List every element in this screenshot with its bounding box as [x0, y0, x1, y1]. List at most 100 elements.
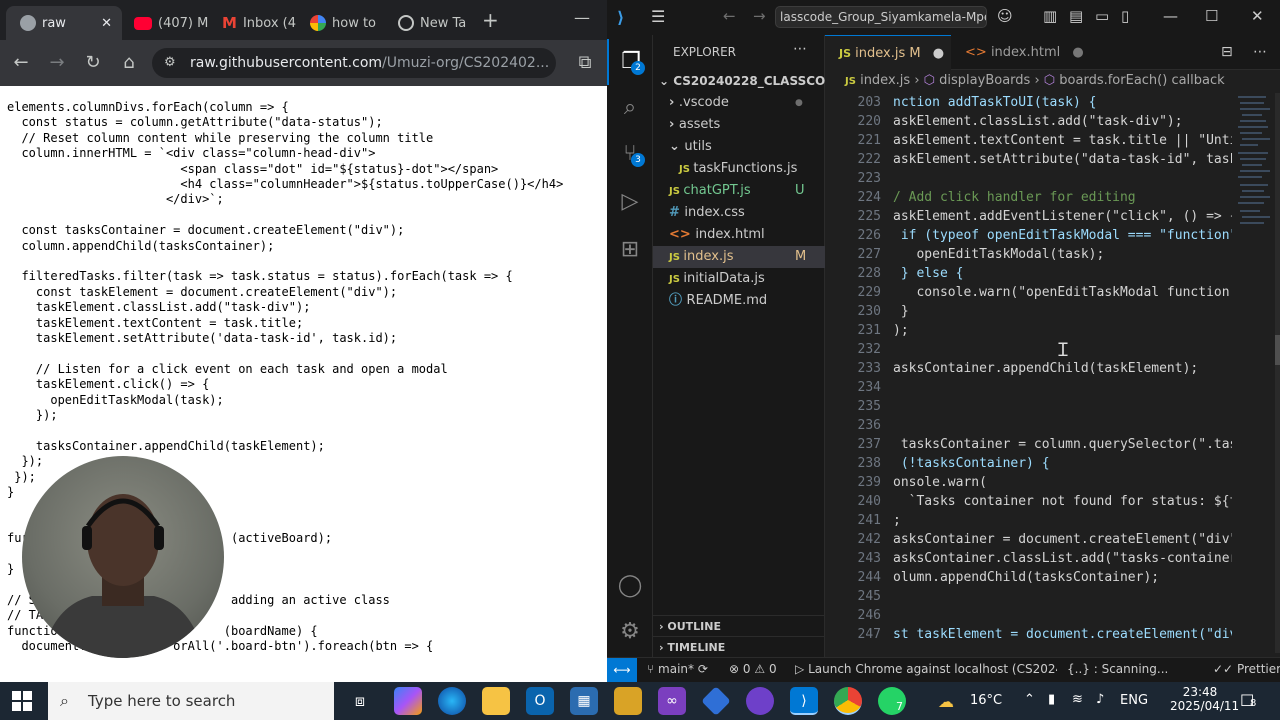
chevron-up-icon[interactable]: ⌃: [1024, 692, 1035, 707]
tree-item[interactable]: JS initialData.js: [653, 268, 825, 290]
tab-index-html[interactable]: <> index.html ●: [951, 35, 1084, 70]
breadcrumb-file[interactable]: index.js: [860, 73, 910, 88]
toggle-panel-icon[interactable]: ▭: [1095, 7, 1109, 25]
breadcrumb-callback[interactable]: boards.forEach() callback: [1059, 73, 1224, 88]
prettier-status[interactable]: ✓✓ Prettier: [1213, 662, 1280, 676]
toggle-sidebar-icon[interactable]: ▤: [1069, 7, 1083, 25]
command-center[interactable]: lasscode_Group_Siyamkamela-Mpehle...: [775, 6, 987, 28]
remote-icon[interactable]: ⟷: [607, 658, 637, 682]
task-view-icon[interactable]: ⧈: [346, 687, 374, 715]
browser-tab-raw[interactable]: raw ✕: [6, 6, 122, 40]
timeline-title: TIMELINE: [667, 641, 726, 654]
reload-button[interactable]: ↻: [80, 50, 106, 76]
run-debug-icon[interactable]: ▷: [607, 179, 653, 225]
store-icon[interactable]: ▦: [570, 687, 598, 715]
unsaved-dot-icon[interactable]: ●: [1072, 45, 1083, 60]
account-icon[interactable]: ◯: [607, 563, 653, 609]
tree-item[interactable]: JS taskFunctions.js: [653, 158, 825, 180]
vscode-taskbar-icon[interactable]: ⟩: [790, 687, 818, 715]
code-line: askElement.textContent = task.title || "…: [893, 133, 1232, 148]
new-tab-button[interactable]: +: [482, 8, 499, 32]
close-tab-icon[interactable]: ✕: [101, 16, 112, 31]
tree-item[interactable]: JS index.js M: [653, 246, 825, 268]
window-maximize-icon[interactable]: ☐: [1205, 7, 1218, 25]
tab-index-js[interactable]: JS index.js M ●: [825, 35, 951, 70]
code-line: tasksContainer = column.querySelector(".…: [893, 437, 1232, 452]
chrome-taskbar-icon[interactable]: [834, 687, 862, 715]
activity-bar: ❐ 2 ⌕ ⑂ 3 ▷ ⊞ ◯ ⚙: [607, 35, 653, 657]
scrollbar-track[interactable]: [1275, 93, 1280, 653]
windows-start-icon[interactable]: [12, 691, 32, 711]
back-button[interactable]: ←: [8, 50, 34, 76]
nav-forward-icon[interactable]: →: [753, 7, 766, 25]
launch-config[interactable]: ▷ Launch Chrome against localhost (CS202…: [795, 662, 1057, 676]
tree-item[interactable]: › assets: [653, 114, 825, 136]
window-close-icon[interactable]: ✕: [1251, 7, 1264, 25]
scanning-status[interactable]: {..} : Scanning...: [1067, 662, 1168, 676]
more-actions-icon[interactable]: ⋯: [1253, 44, 1267, 60]
tree-item[interactable]: # index.css: [653, 202, 825, 224]
tree-item[interactable]: <> index.html: [653, 224, 825, 246]
app-icon[interactable]: [614, 687, 642, 715]
git-status-badge: U: [795, 183, 805, 198]
settings-gear-icon[interactable]: ⚙: [607, 609, 653, 655]
source-control-icon[interactable]: ⑂: [607, 131, 653, 177]
split-editor-icon[interactable]: ⊟: [1221, 44, 1233, 60]
search-icon[interactable]: ⌕: [607, 85, 653, 131]
battery-icon[interactable]: ▮: [1048, 692, 1055, 707]
browser-tab-new[interactable]: New Ta: [398, 6, 468, 40]
scrollbar-thumb[interactable]: [1275, 335, 1280, 365]
home-button[interactable]: ⌂: [116, 50, 142, 76]
edge-icon[interactable]: [438, 687, 466, 715]
copilot-icon[interactable]: ☺: [997, 7, 1013, 25]
explorer-icon[interactable]: ❐: [607, 39, 653, 85]
github-desktop-icon[interactable]: [746, 687, 774, 715]
nav-back-icon[interactable]: ←: [723, 7, 736, 25]
extensions-icon[interactable]: ⧉: [572, 50, 598, 76]
code-editor[interactable]: nction addTaskToUI(task) {askElement.cla…: [893, 93, 1232, 644]
toggle-secondary-icon[interactable]: ▯: [1121, 7, 1129, 25]
file-explorer-icon[interactable]: [482, 687, 510, 715]
weather-icon[interactable]: ☁: [938, 692, 954, 711]
browser-tab-youtube[interactable]: (407) M: [134, 6, 214, 40]
forward-button[interactable]: →: [44, 50, 70, 76]
tree-item[interactable]: › .vscode ●: [653, 92, 825, 114]
outline-section[interactable]: › OUTLINE: [653, 615, 825, 637]
tab-label: index.html: [990, 45, 1061, 60]
minimap[interactable]: [1236, 92, 1272, 657]
wifi-icon[interactable]: ≋: [1072, 692, 1083, 707]
site-info-icon[interactable]: ⚙: [164, 48, 176, 78]
address-bar[interactable]: ⚙ raw.githubusercontent.com/Umuzi-org/CS…: [152, 48, 556, 78]
unsaved-dot-icon[interactable]: ●: [933, 46, 944, 61]
extensions-icon[interactable]: ⊞: [607, 227, 653, 273]
browser-tab-gmail[interactable]: M Inbox (4: [222, 6, 298, 40]
branch-indicator[interactable]: ⑂ main* ⟳: [647, 662, 708, 676]
language-indicator[interactable]: ENG: [1120, 693, 1148, 708]
menu-icon[interactable]: ☰: [651, 7, 665, 26]
tree-item[interactable]: ⓘ README.md: [653, 290, 825, 312]
minimize-button[interactable]: —: [574, 8, 590, 27]
tree-item[interactable]: ⌄ utils: [653, 136, 825, 158]
outlook-icon[interactable]: O: [526, 687, 554, 715]
breadcrumb-function[interactable]: displayBoards: [939, 73, 1030, 88]
js-icon: JS: [669, 274, 684, 285]
timeline-section[interactable]: › TIMELINE: [653, 636, 825, 658]
visual-studio-icon[interactable]: ∞: [658, 687, 686, 715]
error-count: 0: [742, 662, 751, 676]
browser-tab-google[interactable]: how to: [310, 6, 386, 40]
project-root[interactable]: ⌄ CS20240228_CLASSCODE_...: [653, 70, 863, 92]
problems-indicator[interactable]: ⊗ 0 ⚠ 0: [729, 662, 777, 676]
layout-icon[interactable]: ▥: [1043, 7, 1057, 25]
taskbar-search-box[interactable]: ⌕ Type here to search: [48, 682, 334, 720]
weather-temp[interactable]: 16°C: [970, 693, 1002, 708]
window-minimize-icon[interactable]: —: [1163, 7, 1178, 25]
html-file-icon: <>: [965, 45, 987, 60]
app-icon-2[interactable]: [701, 686, 731, 716]
volume-icon[interactable]: ♪: [1096, 692, 1104, 707]
tree-item[interactable]: JS chatGPT.js U: [653, 180, 825, 202]
clock[interactable]: 23:48 2025/04/11: [1170, 685, 1239, 713]
code-line: st taskElement = document.createElement(…: [893, 627, 1232, 642]
copilot-icon[interactable]: [394, 687, 422, 715]
more-actions-icon[interactable]: ⋯: [793, 41, 807, 57]
